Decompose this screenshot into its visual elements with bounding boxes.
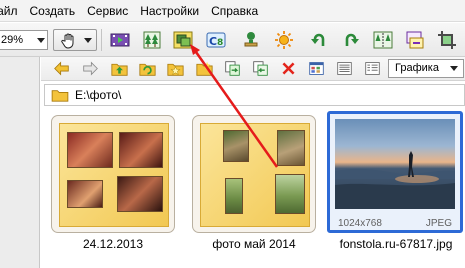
- photo-thumb: [223, 130, 249, 162]
- rotate-right-icon[interactable]: [340, 29, 362, 51]
- svg-text:8: 8: [217, 38, 223, 48]
- folder-tree-panel[interactable]: [0, 57, 40, 268]
- address-bar[interactable]: E:\фото\: [44, 84, 465, 106]
- menu-bar: Файл Создать Сервис Настройки Справка: [0, 0, 465, 22]
- menu-help[interactable]: Справка: [205, 0, 264, 22]
- photo-thumb: [67, 180, 103, 208]
- delete-icon[interactable]: [278, 58, 298, 78]
- zoom-select[interactable]: 29%: [0, 30, 48, 50]
- forward-arrow-icon[interactable]: [80, 58, 100, 78]
- album-thumbnail: [200, 123, 310, 227]
- thumbnail-grid: 24.12.2013 фото май 2014 1024x768 JPEG f…: [41, 107, 465, 268]
- toolbar-separator: [101, 29, 102, 51]
- photo-thumb: [225, 178, 243, 214]
- folder-new-icon[interactable]: [194, 58, 214, 78]
- crop-icon[interactable]: [436, 29, 458, 51]
- album-thumbnail: [59, 123, 169, 227]
- menu-service[interactable]: Сервис: [81, 0, 134, 22]
- svg-text:C: C: [209, 35, 217, 48]
- sun-icon[interactable]: [273, 29, 295, 51]
- folder-refresh-icon[interactable]: [137, 58, 157, 78]
- resize-icon[interactable]: [404, 29, 426, 51]
- photo-thumb: [277, 130, 305, 166]
- beach-sunset-image: [335, 151, 455, 209]
- thumbnail-caption: фото май 2014: [212, 237, 296, 251]
- main-toolbar: 29% C8: [0, 23, 465, 57]
- image-format: JPEG: [425, 218, 452, 229]
- folder-star-icon[interactable]: [165, 58, 185, 78]
- current-path: E:\фото\: [75, 88, 122, 102]
- photo-thumb: [275, 174, 305, 214]
- thumbnail-caption: 24.12.2013: [82, 237, 144, 251]
- list-view-icon[interactable]: [334, 58, 354, 78]
- zoom-value: 29%: [1, 34, 24, 46]
- menu-settings[interactable]: Настройки: [134, 0, 205, 22]
- view-mode-select[interactable]: Графика: [388, 59, 464, 78]
- convert-icon[interactable]: C8: [205, 29, 227, 51]
- thumbnail-caption: fonstola.ru-67817.jpg: [339, 237, 453, 251]
- thumbnail-item[interactable]: [51, 115, 175, 233]
- image-trees-icon[interactable]: [141, 29, 163, 51]
- rotate-left-icon[interactable]: [308, 29, 330, 51]
- folder-up-icon[interactable]: [109, 58, 129, 78]
- back-arrow-icon[interactable]: [51, 58, 71, 78]
- hand-tool-button[interactable]: [53, 29, 97, 51]
- browser-toolbar: Графика: [41, 57, 465, 81]
- move-to-icon[interactable]: [250, 58, 270, 78]
- menu-create[interactable]: Создать: [24, 0, 82, 22]
- photo-thumb: [67, 132, 113, 168]
- image-dimensions: 1024x768: [338, 218, 382, 229]
- image-thumbnail: [335, 119, 455, 209]
- thumbnails-view-icon[interactable]: [306, 58, 326, 78]
- view-mode-value: Графика: [395, 62, 439, 74]
- hand-icon: [58, 30, 80, 52]
- slideshow-icon[interactable]: [109, 29, 131, 51]
- photo-thumb: [119, 132, 163, 168]
- chevron-down-icon: [450, 66, 458, 71]
- thumbnail-item[interactable]: [192, 115, 316, 233]
- chevron-down-icon: [37, 38, 45, 43]
- person-stamp-icon[interactable]: [240, 29, 262, 51]
- folder-icon: [51, 88, 69, 105]
- album-icon[interactable]: [172, 29, 194, 51]
- thumbnail-item-selected[interactable]: 1024x768 JPEG: [327, 111, 463, 233]
- flip-icon[interactable]: [372, 29, 394, 51]
- menu-file[interactable]: Файл: [0, 0, 24, 22]
- photo-thumb: [117, 176, 163, 212]
- details-view-icon[interactable]: [362, 58, 382, 78]
- chevron-down-icon: [84, 38, 92, 43]
- copy-to-icon[interactable]: [222, 58, 242, 78]
